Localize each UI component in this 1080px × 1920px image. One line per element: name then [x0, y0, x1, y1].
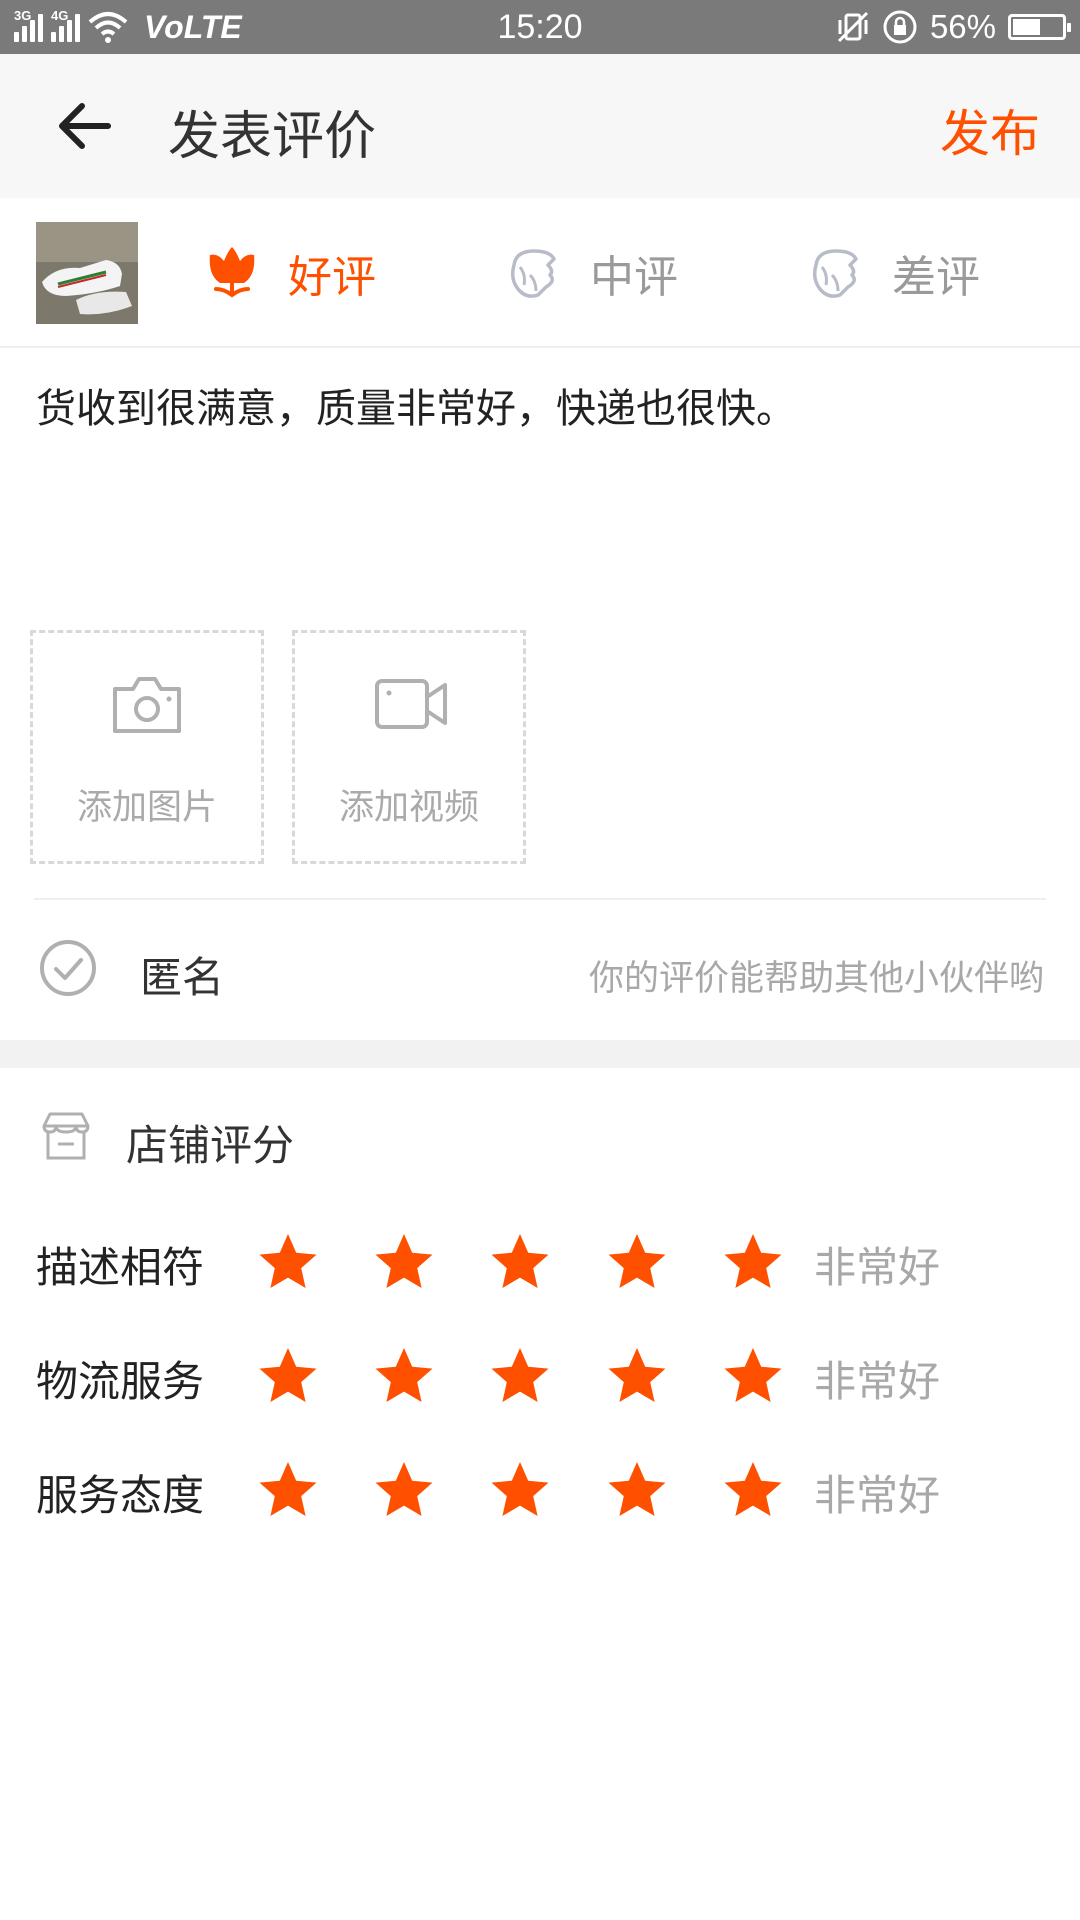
neutral-face-icon	[510, 249, 556, 298]
rating-row-text: 非常好	[814, 1471, 941, 1520]
star-icon[interactable]	[256, 1344, 320, 1408]
status-bar: 3G 4G VoLTE 15:20 56%	[0, 0, 1080, 54]
star-icon[interactable]	[488, 1230, 552, 1294]
star-icon[interactable]	[721, 1458, 785, 1522]
review-text-input[interactable]: 货收到很满意，质量非常好，快递也很快。	[36, 376, 1046, 434]
page-title: 发表评价	[168, 107, 377, 167]
section-gap	[0, 1040, 1080, 1068]
rotation-lock-icon	[883, 10, 917, 44]
star-icon[interactable]	[256, 1458, 320, 1522]
anonymous-hint: 你的评价能帮助其他小伙伴哟	[588, 959, 1044, 999]
rating-option-good[interactable]: 好评	[204, 238, 376, 308]
star-icon[interactable]	[721, 1230, 785, 1294]
back-arrow-icon[interactable]	[48, 90, 120, 162]
add-photo-label: 添加图片	[76, 788, 217, 828]
star-icon[interactable]	[488, 1458, 552, 1522]
rating-row-text: 非常好	[814, 1357, 941, 1406]
publish-button[interactable]: 发布	[940, 94, 1040, 166]
star-icon[interactable]	[488, 1344, 552, 1408]
shop-icon	[42, 1112, 90, 1160]
camera-icon	[113, 677, 181, 733]
add-photo-button[interactable]: 添加图片	[30, 630, 264, 864]
rating-option-label: 中评	[590, 252, 678, 303]
vibrate-mute-icon	[837, 11, 868, 43]
star-icon[interactable]	[372, 1344, 436, 1408]
divider	[34, 898, 1046, 900]
star-icon[interactable]	[256, 1230, 320, 1294]
product-thumbnail	[36, 222, 138, 324]
rating-row-label: 描述相符	[36, 1243, 205, 1292]
battery-percent: 56%	[929, 8, 996, 45]
rating-selector: 好评 中评 差评	[0, 198, 1080, 348]
add-video-button[interactable]: 添加视频	[292, 630, 526, 864]
star-icon[interactable]	[372, 1458, 436, 1522]
add-video-label: 添加视频	[338, 788, 479, 828]
star-icon[interactable]	[721, 1344, 785, 1408]
anonymous-checkbox-icon[interactable]	[38, 938, 98, 998]
star-icon[interactable]	[605, 1458, 669, 1522]
star-icon[interactable]	[605, 1230, 669, 1294]
rating-option-label: 好评	[288, 252, 376, 303]
rating-option-bad[interactable]: 差评	[808, 238, 980, 308]
rating-row-logistics: 物流服务 非常好	[0, 1338, 1080, 1418]
rating-row-description: 描述相符 非常好	[0, 1224, 1080, 1304]
sad-face-icon	[812, 249, 858, 298]
flower-icon	[209, 247, 255, 298]
rating-row-label: 物流服务	[36, 1357, 205, 1406]
star-icon[interactable]	[605, 1344, 669, 1408]
nav-bar: 发表评价 发布	[0, 54, 1080, 198]
rating-row-service: 服务态度 非常好	[0, 1452, 1080, 1532]
rating-option-label: 差评	[892, 252, 980, 303]
video-camera-icon	[375, 679, 447, 729]
shop-rating-title: 店铺评分	[126, 1121, 295, 1170]
rating-option-neutral[interactable]: 中评	[506, 238, 678, 308]
battery-icon	[1008, 14, 1071, 40]
rating-row-label: 服务态度	[36, 1471, 205, 1520]
star-icon[interactable]	[372, 1230, 436, 1294]
anonymous-label[interactable]: 匿名	[140, 944, 224, 1005]
status-right: 56%	[836, 6, 1071, 48]
rating-row-text: 非常好	[814, 1243, 941, 1292]
